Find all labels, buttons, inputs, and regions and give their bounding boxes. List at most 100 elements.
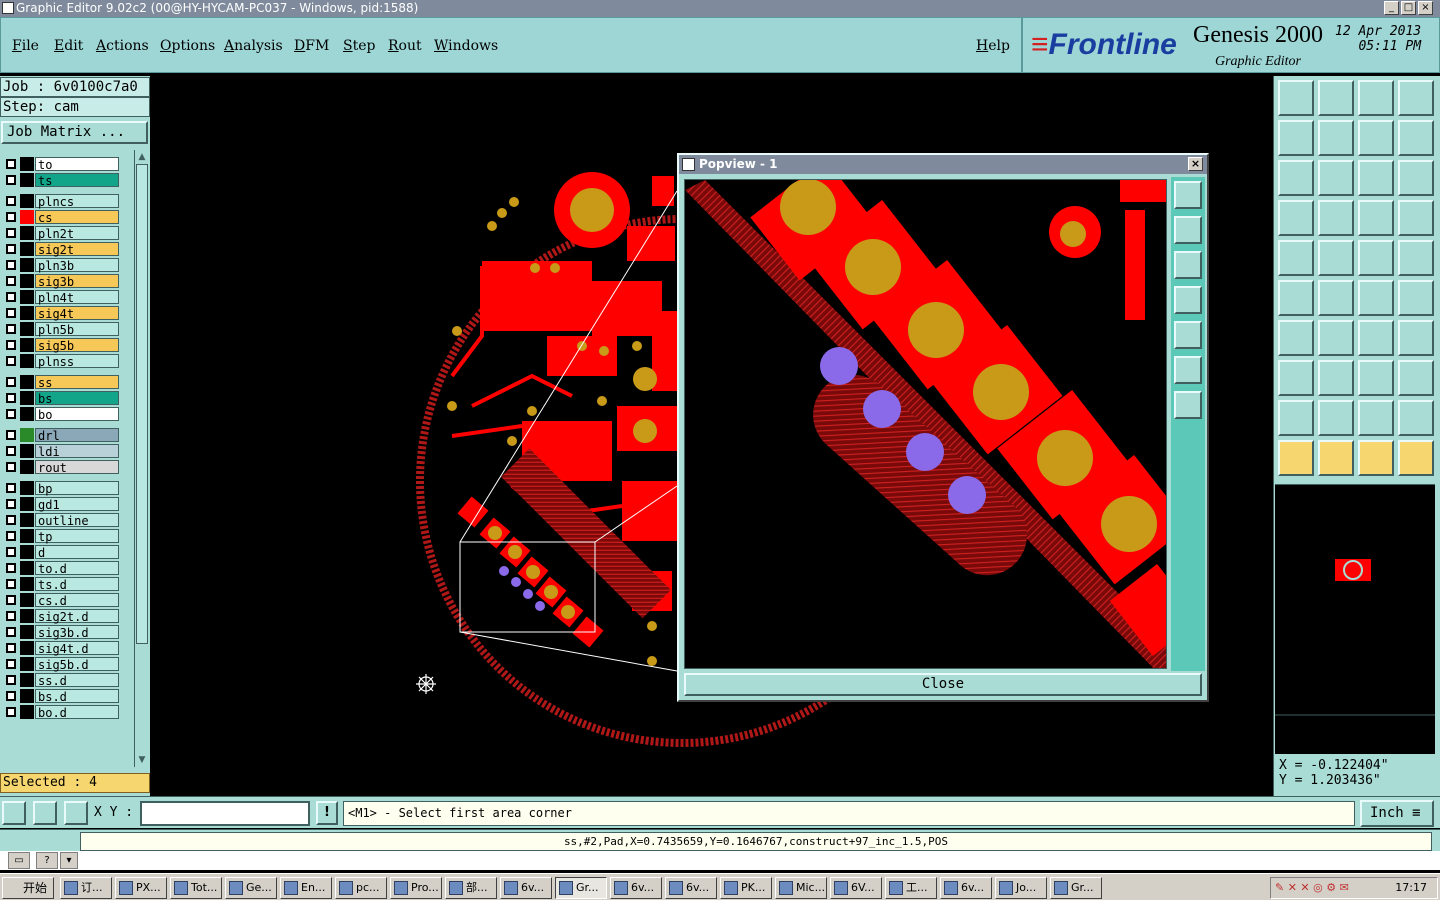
layer-name[interactable]: pln4t: [35, 290, 119, 305]
layer-icon[interactable]: [1318, 240, 1354, 276]
net-alt-icon[interactable]: [1398, 200, 1434, 236]
popview-tool-4[interactable]: [1174, 286, 1202, 314]
popview-tool-7[interactable]: [1174, 391, 1202, 419]
layer-color-swatch[interactable]: [20, 226, 34, 240]
layer-name[interactable]: drl: [35, 428, 119, 443]
layer-name[interactable]: bo.d: [35, 705, 119, 720]
layer-name[interactable]: tp: [35, 529, 119, 544]
layer-row-ts[interactable]: ts: [0, 172, 134, 188]
layer-checkbox[interactable]: [6, 212, 16, 222]
layer-color-swatch[interactable]: [20, 577, 34, 591]
layer-name[interactable]: bo: [35, 407, 119, 422]
layer-row-tp[interactable]: tp: [0, 528, 134, 544]
layer-name[interactable]: ts.d: [35, 577, 119, 592]
select-icon[interactable]: [1278, 440, 1314, 476]
popview-tool-1[interactable]: [1174, 181, 1202, 209]
mirror-icon[interactable]: [1358, 360, 1394, 396]
grid-icon[interactable]: [64, 801, 88, 825]
layer-row-ts-d[interactable]: ts.d: [0, 576, 134, 592]
zoom-page-icon[interactable]: [1318, 80, 1354, 116]
angle-icon[interactable]: [1398, 400, 1434, 436]
popview-tool-5[interactable]: [1174, 321, 1202, 349]
grid-toggle-icon[interactable]: [1318, 200, 1354, 236]
layer-checkbox[interactable]: [6, 292, 16, 302]
layer-checkbox[interactable]: [6, 324, 16, 334]
layer-name[interactable]: sig3b: [35, 274, 119, 289]
xy-input[interactable]: [140, 801, 310, 826]
layer-color-swatch[interactable]: [20, 274, 34, 288]
layer-checkbox[interactable]: [6, 675, 16, 685]
layer-row-cs[interactable]: cs: [0, 209, 134, 225]
maximize-button[interactable]: □: [1401, 1, 1416, 15]
layer-name[interactable]: ss: [35, 375, 119, 390]
home-icon[interactable]: [1358, 80, 1394, 116]
zoom-home-icon[interactable]: [1278, 80, 1314, 116]
layer-checkbox[interactable]: [6, 276, 16, 286]
layer-row-pln3b[interactable]: pln3b: [0, 257, 134, 273]
layer-color-swatch[interactable]: [20, 391, 34, 405]
layer-row-sig3b-d[interactable]: sig3b.d: [0, 624, 134, 640]
layer-checkbox[interactable]: [6, 340, 16, 350]
layer-checkbox[interactable]: [6, 409, 16, 419]
layer-row-bs[interactable]: bs: [0, 390, 134, 406]
layer-checkbox[interactable]: [6, 531, 16, 541]
layer-color-swatch[interactable]: [20, 497, 34, 511]
close-window-button[interactable]: ×: [1418, 1, 1433, 15]
layer-color-swatch[interactable]: [20, 407, 34, 421]
circle-icon[interactable]: [1398, 240, 1434, 276]
layer-name[interactable]: pln5b: [35, 322, 119, 337]
layer-row-sig2t[interactable]: sig2t: [0, 241, 134, 257]
layer-name[interactable]: outline: [35, 513, 119, 528]
layer-row-sig4t-d[interactable]: sig4t.d: [0, 640, 134, 656]
query-icon[interactable]: [1398, 160, 1434, 196]
layer-color-swatch[interactable]: [20, 157, 34, 171]
layer-row-sig3b[interactable]: sig3b: [0, 273, 134, 289]
layer-name[interactable]: bs: [35, 391, 119, 406]
layer-checkbox[interactable]: [6, 579, 16, 589]
menu-windows[interactable]: Windows: [434, 38, 498, 54]
menu-help[interactable]: Help: [976, 38, 1010, 54]
redraw-icon[interactable]: [1358, 120, 1394, 156]
fork-icon[interactable]: [1398, 320, 1434, 356]
link-icon[interactable]: [1358, 280, 1394, 316]
pan-right-icon[interactable]: [1318, 120, 1354, 156]
layer-row-bs-d[interactable]: bs.d: [0, 688, 134, 704]
scroll-up-icon[interactable]: ▲: [136, 151, 148, 163]
layer-name[interactable]: sig2t.d: [35, 609, 119, 624]
layer-name[interactable]: sig5b.d: [35, 657, 119, 672]
layer-name[interactable]: pln3b: [35, 258, 119, 273]
taskbar-item[interactable]: Pro...: [390, 877, 442, 899]
layer-row-bp[interactable]: bp: [0, 480, 134, 496]
center-icon[interactable]: [1318, 160, 1354, 196]
minus-icon[interactable]: [1318, 360, 1354, 396]
layer-checkbox[interactable]: [6, 659, 16, 669]
layer-color-swatch[interactable]: [20, 513, 34, 527]
layer-color-swatch[interactable]: [20, 242, 34, 256]
layer-color-swatch[interactable]: [20, 641, 34, 655]
minimize-button[interactable]: _: [1384, 1, 1399, 15]
layer-color-swatch[interactable]: [20, 561, 34, 575]
layer-name[interactable]: ts: [35, 173, 119, 188]
dropdown-small-icon[interactable]: ▾: [60, 852, 78, 869]
layer-name[interactable]: to: [35, 157, 119, 172]
layer-checkbox[interactable]: [6, 308, 16, 318]
layer-name[interactable]: plncs: [35, 194, 119, 209]
layer-row-pln4t[interactable]: pln4t: [0, 289, 134, 305]
layer-checkbox[interactable]: [6, 691, 16, 701]
slash-icon[interactable]: [1318, 320, 1354, 356]
taskbar-item[interactable]: 6v...: [665, 877, 717, 899]
taskbar-item[interactable]: Jo...: [995, 877, 1047, 899]
taskbar-item[interactable]: PK...: [720, 877, 772, 899]
popview-title-bar[interactable]: Popview - 1 ×: [679, 155, 1207, 174]
cross-icon[interactable]: [1318, 280, 1354, 316]
layer-checkbox[interactable]: [6, 446, 16, 456]
menu-analysis[interactable]: Analysis: [224, 38, 283, 54]
job-matrix-button[interactable]: Job Matrix ...: [1, 121, 148, 144]
layer-scrollbar[interactable]: ▲ ▼: [134, 150, 148, 767]
layer-name[interactable]: to.d: [35, 561, 119, 576]
scroll-down-icon[interactable]: ▼: [136, 754, 148, 766]
layer-checkbox[interactable]: [6, 611, 16, 621]
layer-color-swatch[interactable]: [20, 529, 34, 543]
layer-row-ss-d[interactable]: ss.d: [0, 672, 134, 688]
layer-color-swatch[interactable]: [20, 322, 34, 336]
